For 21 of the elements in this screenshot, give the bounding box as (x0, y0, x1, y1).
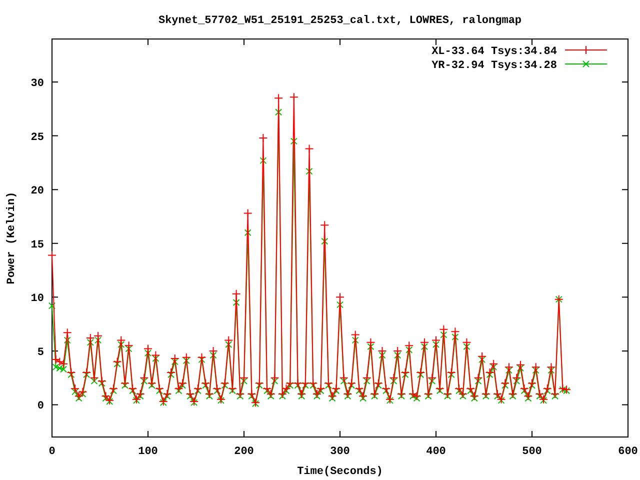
chart-title: Skynet_57702_W51_25191_25253_cal.txt, LOWRES, ralongmap (158, 15, 522, 27)
legend-label: YR-32.94 Tsys:34.28 (432, 60, 557, 72)
tick-label: 0 (48, 446, 56, 458)
tick-label: 25 (30, 132, 44, 144)
x-axis-label: Time(Seconds) (297, 466, 383, 478)
tick-label: 10 (30, 293, 44, 306)
tick-label: 300 (330, 446, 350, 458)
legend-label: XL-33.64 Tsys:34.84 (432, 46, 557, 58)
tick-label: 200 (234, 446, 254, 458)
legend-line (564, 60, 608, 68)
tick-label: 400 (426, 446, 446, 458)
tick-label: 5 (37, 346, 44, 359)
legend-line (564, 46, 608, 54)
tick-label: 100 (138, 446, 158, 458)
tick-label: 500 (522, 446, 542, 458)
tick-label: 20 (30, 186, 44, 198)
tick-label: 600 (618, 446, 638, 458)
tick-label: 30 (30, 78, 44, 90)
y-axis-label: Power (Kelvin) (6, 192, 18, 284)
tick-label: 0 (37, 400, 44, 413)
tick-label: 15 (30, 239, 44, 252)
